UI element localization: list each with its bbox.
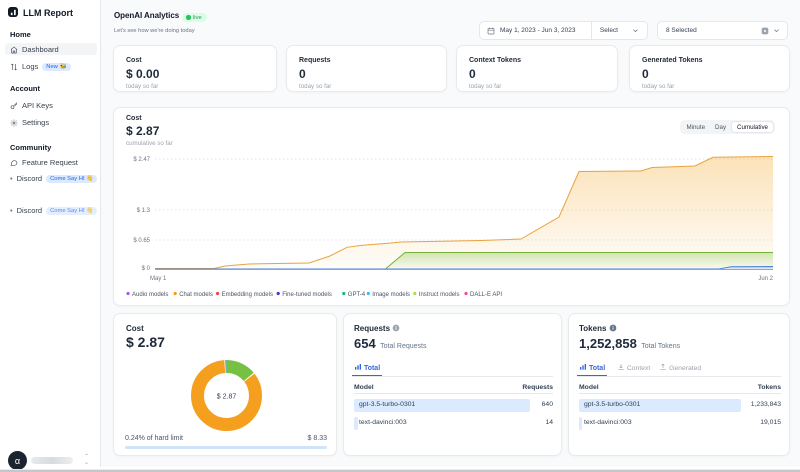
- svg-text:$ 2.47: $ 2.47: [133, 157, 150, 163]
- svg-text:$ 2.87: $ 2.87: [217, 394, 237, 401]
- svg-text:$ 0: $ 0: [142, 266, 151, 272]
- svg-text:Chat models: Chat models: [179, 292, 213, 298]
- svg-text:Audio models: Audio models: [132, 292, 168, 298]
- svg-text:May 1: May 1: [150, 276, 167, 282]
- svg-text:Fine-tuned models: Fine-tuned models: [282, 292, 332, 298]
- svg-text:Embedding models: Embedding models: [222, 292, 273, 298]
- svg-text:Instruct models: Instruct models: [419, 292, 460, 298]
- svg-text:Image models: Image models: [372, 292, 410, 298]
- svg-text:GPT-4: GPT-4: [348, 292, 366, 298]
- svg-text:DALL-E API: DALL-E API: [470, 292, 502, 298]
- svg-text:Jun 2: Jun 2: [758, 276, 773, 282]
- svg-text:$ 1.3: $ 1.3: [137, 208, 151, 214]
- svg-text:$ 0.65: $ 0.65: [133, 238, 150, 244]
